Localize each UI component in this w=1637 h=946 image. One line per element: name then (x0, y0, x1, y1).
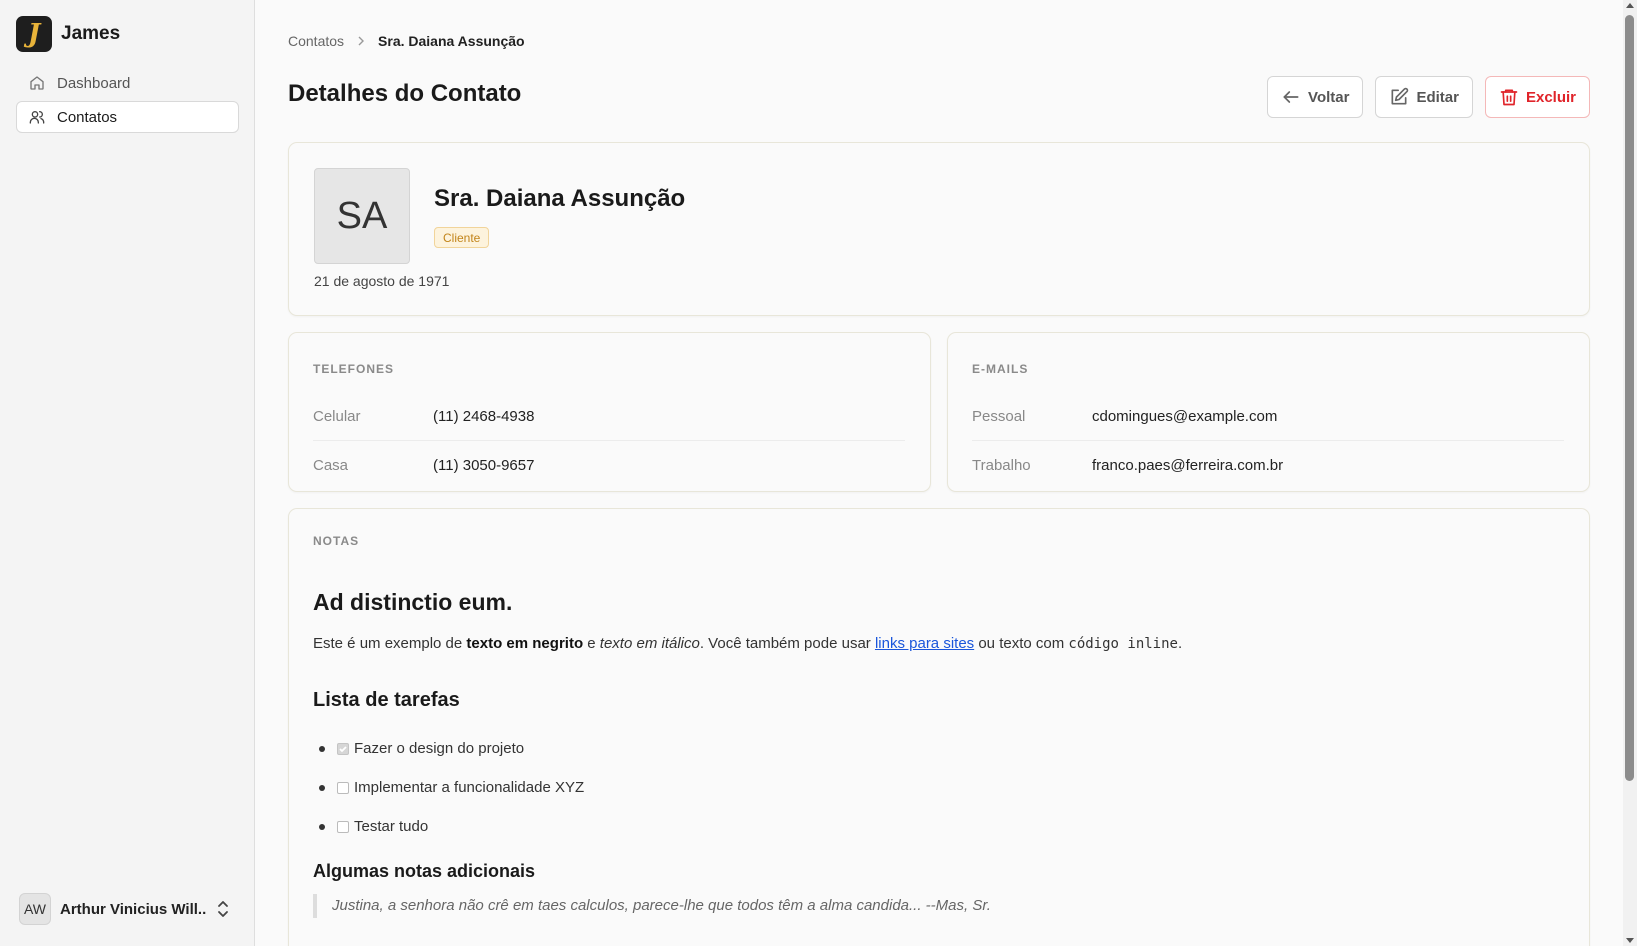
emails-list: Pessoal cdomingues@example.com Trabalho … (972, 393, 1564, 489)
inline-code: código inline (1068, 636, 1178, 652)
breadcrumb: Contatos Sra. Daiana Assunção (288, 33, 525, 49)
scroll-up-arrow-icon[interactable] (1626, 3, 1634, 8)
notes-quote: Justina, a senhora não crê em taes calcu… (313, 894, 991, 918)
bullet (319, 823, 325, 830)
bold-text: texto em negrito (466, 635, 584, 652)
breadcrumb-link-contatos[interactable]: Contatos (288, 33, 344, 49)
notes-heading: Ad distinctio eum. (313, 589, 513, 615)
email-label: Pessoal (972, 408, 1026, 425)
page-title: Detalhes do Contato (288, 80, 522, 107)
app-logo: J (16, 16, 52, 52)
back-button[interactable]: Voltar (1267, 76, 1364, 118)
bullet (319, 745, 325, 752)
trash-icon (1500, 89, 1518, 106)
task-item: Implementar a funcionalidade XYZ (313, 768, 584, 807)
task-label: Implementar a funcionalidade XYZ (354, 779, 585, 796)
contact-name: Sra. Daiana Assunção (434, 185, 686, 212)
phones-list: Celular (11) 2468-4938 Casa (11) 3050-96… (313, 393, 905, 489)
phone-label: Celular (313, 408, 361, 425)
italic-text: texto em itálico (599, 635, 700, 652)
delete-button-label: Excluir (1525, 88, 1576, 106)
app-name: James (61, 23, 121, 44)
sidebar-item-label: Dashboard (57, 74, 131, 92)
phones-section-label: TELEFONES (313, 362, 395, 376)
user-name: Arthur Vinicius Will... (60, 900, 206, 918)
back-button-label: Voltar (1308, 88, 1350, 106)
phone-value[interactable]: (11) 2468-4938 (433, 408, 534, 425)
home-icon (30, 76, 44, 90)
phone-row: Celular (11) 2468-4938 (313, 393, 905, 441)
contact-avatar: SA (314, 168, 410, 264)
email-value[interactable]: cdomingues@example.com (1092, 408, 1277, 425)
sidebar: J James Dashboard Contatos AW Arthur Vin… (0, 0, 255, 946)
task-item: Fazer o design do projeto (313, 729, 584, 768)
emails-card: E-MAILS Pessoal cdomingues@example.com T… (947, 332, 1590, 492)
task-checkbox[interactable] (337, 820, 349, 833)
email-row: Trabalho franco.paes@ferreira.com.br (972, 441, 1564, 489)
edit-icon (1391, 87, 1409, 105)
brand[interactable]: J James (16, 16, 120, 52)
paragraph-text: . Você também pode usar (699, 635, 875, 652)
page-scrollbar[interactable] (1623, 0, 1637, 946)
task-list: Fazer o design do projeto Implementar a … (313, 729, 584, 846)
sidebar-item-label: Contatos (57, 108, 118, 126)
scrollbar-thumb[interactable] (1625, 15, 1634, 781)
users-icon (29, 111, 45, 124)
paragraph-text: . (1177, 635, 1183, 652)
task-checkbox[interactable] (337, 781, 349, 794)
edit-button[interactable]: Editar (1375, 76, 1473, 118)
paragraph-text: Este é um exemplo de (313, 635, 467, 652)
sidebar-item-dashboard[interactable]: Dashboard (16, 67, 239, 99)
arrow-left-icon (1283, 91, 1299, 103)
paragraph-text: e (583, 635, 600, 652)
profile-card: SA Sra. Daiana Assunção Cliente 21 de ag… (288, 142, 1590, 316)
task-item: Testar tudo (313, 807, 584, 846)
chevron-right-icon (358, 36, 365, 46)
notes-section-label: NOTAS (313, 534, 360, 548)
check-icon (339, 745, 347, 752)
notes-paragraph: Este é um exemplo de texto em negrito e … (313, 635, 1182, 652)
sites-link[interactable]: links para sites (875, 635, 974, 652)
phone-row: Casa (11) 3050-9657 (313, 441, 905, 489)
paragraph-text: ou texto com (974, 635, 1069, 652)
phone-value[interactable]: (11) 3050-9657 (433, 457, 534, 474)
scroll-down-arrow-icon[interactable] (1626, 938, 1634, 943)
breadcrumb-current: Sra. Daiana Assunção (378, 33, 525, 49)
notes-card: NOTAS Ad distinctio eum. Este é um exemp… (288, 508, 1590, 946)
sidebar-nav: Dashboard Contatos (16, 67, 239, 135)
tasks-heading: Lista de tarefas (313, 689, 460, 711)
phones-card: TELEFONES Celular (11) 2468-4938 Casa (1… (288, 332, 931, 492)
bullet (319, 784, 325, 791)
user-menu[interactable]: AW Arthur Vinicius Will... (19, 893, 239, 925)
phone-label: Casa (313, 456, 349, 474)
delete-button[interactable]: Excluir (1484, 76, 1590, 118)
page-actions: Voltar Editar Excluir (1267, 76, 1590, 118)
email-value[interactable]: franco.paes@ferreira.com.br (1092, 457, 1283, 474)
email-label: Trabalho (972, 456, 1031, 474)
birth-date: 21 de agosto de 1971 (314, 273, 450, 289)
edit-button-label: Editar (1416, 88, 1459, 106)
task-label: Fazer o design do projeto (354, 740, 525, 757)
sidebar-item-contatos[interactable]: Contatos (16, 101, 239, 133)
email-row: Pessoal cdomingues@example.com (972, 393, 1564, 441)
task-checkbox[interactable] (337, 742, 349, 755)
status-badge: Cliente (434, 227, 490, 248)
emails-section-label: E-MAILS (972, 362, 1029, 376)
task-label: Testar tudo (354, 818, 429, 835)
additional-notes-heading: Algumas notas adicionais (313, 861, 536, 881)
avatar: AW (19, 893, 51, 925)
chevrons-up-down-icon (218, 901, 228, 917)
